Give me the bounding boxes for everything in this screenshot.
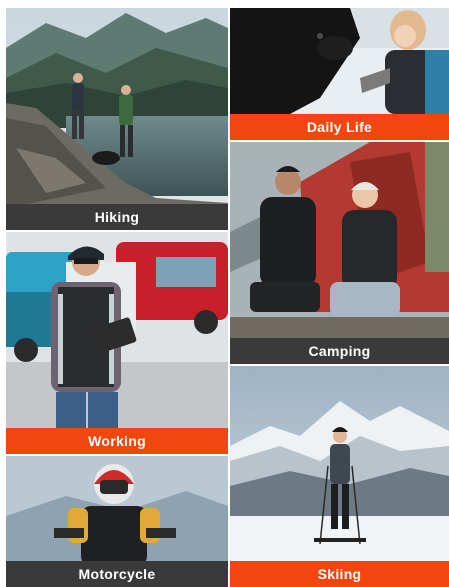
label-camping: Camping (230, 338, 449, 364)
label-motorcycle: Motorcycle (6, 561, 228, 587)
hiking-photo (6, 8, 228, 230)
tile-motorcycle[interactable]: Motorcycle (6, 456, 228, 587)
working-photo (6, 232, 228, 454)
camping-photo (230, 142, 449, 364)
label-hiking: Hiking (6, 204, 228, 230)
label-working: Working (6, 428, 228, 454)
tile-working[interactable]: Working (6, 232, 228, 454)
label-daily-life: Daily Life (230, 114, 449, 140)
label-skiing: Skiing (230, 561, 449, 587)
skiing-photo (230, 366, 449, 587)
tile-skiing[interactable]: Skiing (230, 366, 449, 587)
tile-daily-life[interactable]: Daily Life (230, 8, 449, 140)
tile-hiking[interactable]: Hiking (6, 8, 228, 230)
tile-camping[interactable]: Camping (230, 142, 449, 364)
